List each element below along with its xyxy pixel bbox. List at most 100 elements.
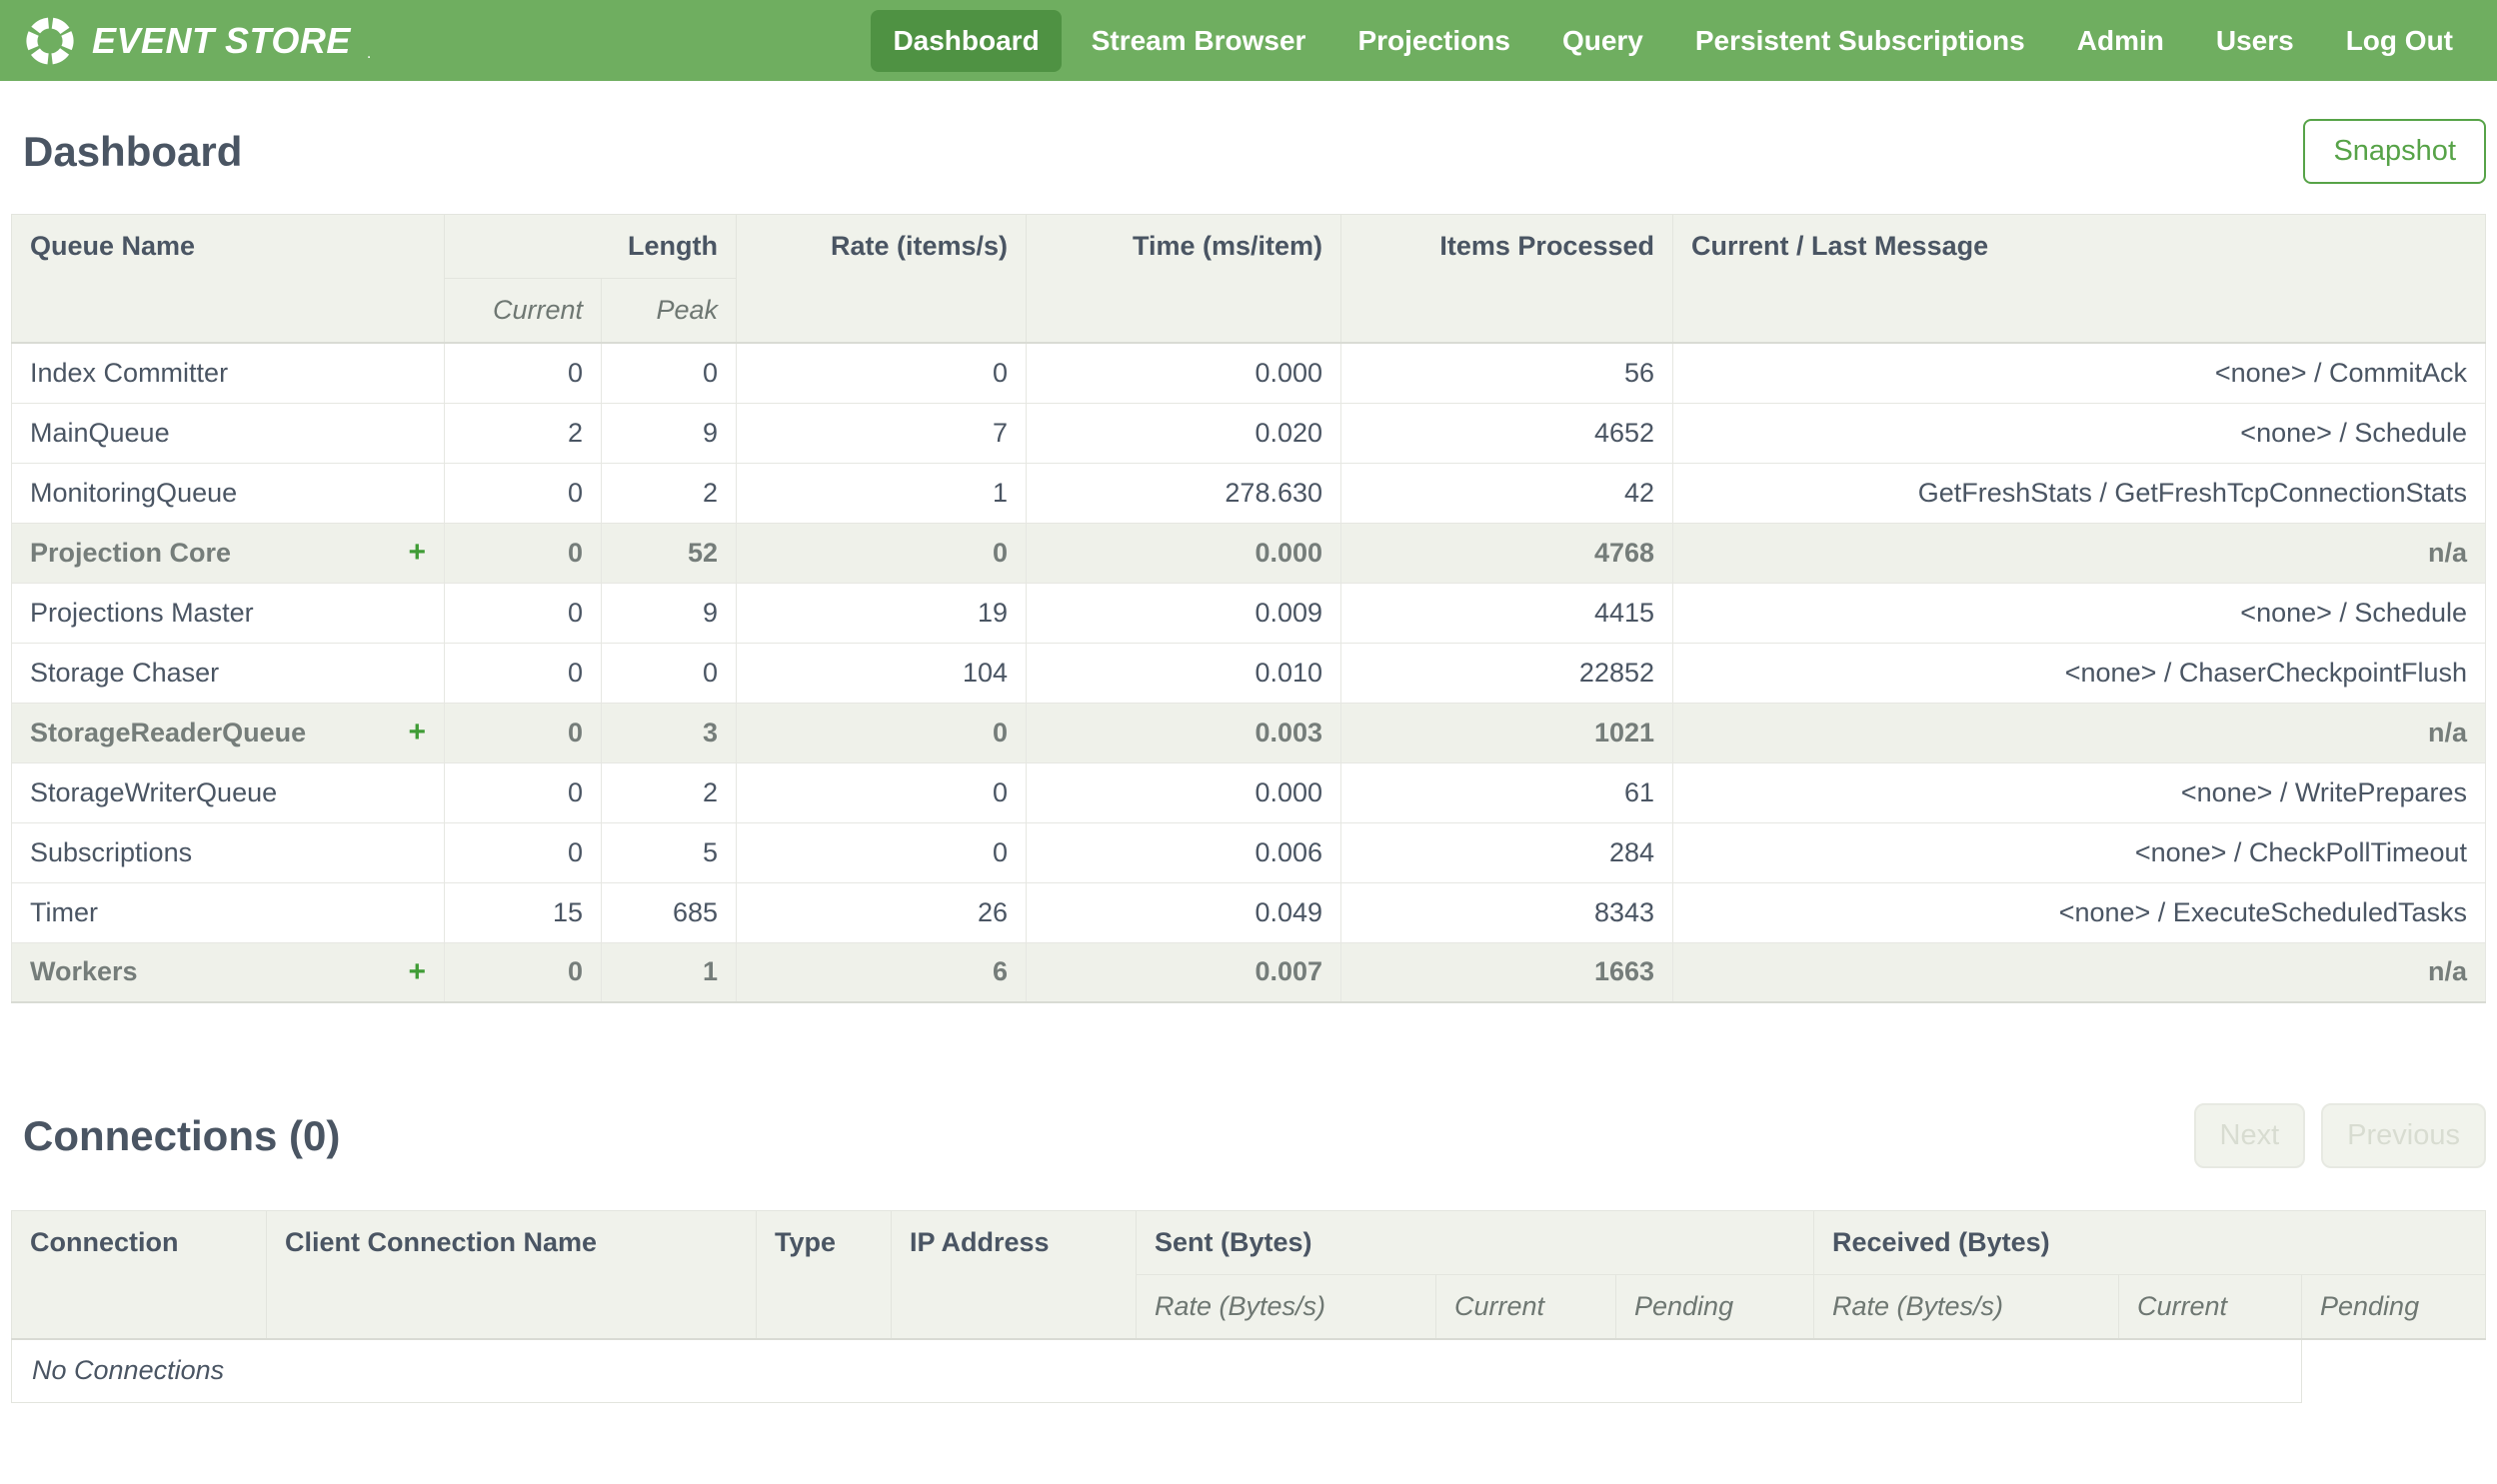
nav-item[interactable]: Stream Browser [1070, 10, 1328, 72]
col-items-processed: Items Processed [1340, 214, 1674, 344]
previous-button[interactable]: Previous [2321, 1103, 2486, 1168]
queue-peak-cell: 9 [600, 402, 738, 464]
queue-peak-cell: 52 [600, 522, 738, 584]
queue-time-cell: 0.003 [1026, 702, 1342, 763]
queue-peak-cell: 0 [600, 342, 738, 404]
queue-rate-cell: 104 [736, 642, 1028, 704]
queue-rate-cell: 1 [736, 462, 1028, 524]
queue-peak-cell: 9 [600, 582, 738, 644]
queue-name-cell: MonitoringQueue + [11, 462, 445, 524]
nav-item[interactable]: Log Out [2324, 10, 2475, 72]
nav-item[interactable]: Dashboard [871, 9, 1062, 72]
queue-message-cell: <none> / CheckPollTimeout [1672, 821, 2486, 883]
queue-current-cell: 0 [444, 821, 602, 883]
queue-time-cell: 0.006 [1026, 821, 1342, 883]
event-store-ring-icon [26, 17, 74, 64]
queue-rate-cell: 0 [736, 702, 1028, 763]
queue-peak-cell: 5 [600, 821, 738, 883]
col-received-current: Current [2118, 1274, 2302, 1340]
queue-name: Storage Chaser [30, 657, 220, 688]
queue-time-cell: 0.020 [1026, 402, 1342, 464]
col-received-bytes: Received (Bytes) [1813, 1210, 2486, 1275]
queue-message-cell: <none> / CommitAck [1672, 342, 2486, 404]
queue-current-cell: 2 [444, 402, 602, 464]
queue-row: Subscriptions + 0 5 0 0.006 284 <none> /… [11, 821, 2486, 883]
queue-row: Projection Core + 0 52 0 0.000 4768 n/a [11, 522, 2486, 584]
queue-time-cell: 0.009 [1026, 582, 1342, 644]
queue-name-cell: Workers + [11, 941, 445, 1003]
queue-name: StorageReaderQueue [30, 717, 307, 747]
queue-name-cell: Timer + [11, 881, 445, 943]
queue-current-cell: 0 [444, 342, 602, 404]
connections-pager: Next Previous [2193, 1103, 2486, 1168]
queue-items-cell: 4652 [1340, 402, 1674, 464]
expand-plus-icon[interactable]: + [408, 536, 426, 570]
queue-message-cell: <none> / Schedule [1672, 582, 2486, 644]
queue-message-cell: <none> / ExecuteScheduledTasks [1672, 881, 2486, 943]
nav-item[interactable]: Projections [1335, 10, 1531, 72]
nav-item[interactable]: Persistent Subscriptions [1673, 10, 2047, 72]
top-nav: EVENT STORE . Dashboard Stream Browser P… [0, 0, 2497, 81]
queue-peak-cell: 1 [600, 941, 738, 1003]
no-connections-row: No Connections [11, 1338, 2486, 1403]
queue-items-cell: 42 [1340, 462, 1674, 524]
nav-menu: Dashboard Stream Browser Projections Que… [871, 9, 2475, 72]
queue-rate-cell: 0 [736, 821, 1028, 883]
queue-name-cell: StorageReaderQueue + [11, 702, 445, 763]
event-store-logo[interactable]: EVENT STORE . [22, 13, 371, 69]
queue-row: Storage Chaser + 0 0 104 0.010 22852 <no… [11, 642, 2486, 704]
queue-items-cell: 1021 [1340, 702, 1674, 763]
queue-name-cell: Projections Master + [11, 582, 445, 644]
expand-plus-icon[interactable]: + [408, 955, 426, 989]
col-length-current: Current [444, 278, 602, 344]
queue-row: StorageWriterQueue + 0 2 0 0.000 61 <non… [11, 761, 2486, 823]
queue-peak-cell: 2 [600, 761, 738, 823]
queue-rate-cell: 0 [736, 761, 1028, 823]
queue-name: MonitoringQueue [30, 477, 238, 508]
queue-message-cell: <none> / Schedule [1672, 402, 2486, 464]
queue-time-cell: 0.000 [1026, 761, 1342, 823]
col-sent-bytes: Sent (Bytes) [1136, 1210, 1814, 1275]
next-button[interactable]: Next [2193, 1103, 2306, 1168]
queue-peak-cell: 2 [600, 462, 738, 524]
queue-peak-cell: 0 [600, 642, 738, 704]
queue-row: Projections Master + 0 9 19 0.009 4415 <… [11, 582, 2486, 644]
queue-rate-cell: 6 [736, 941, 1028, 1003]
queue-message-cell: n/a [1672, 522, 2486, 584]
col-connection: Connection [11, 1210, 267, 1340]
queue-name-cell: MainQueue + [11, 402, 445, 464]
queue-current-cell: 0 [444, 642, 602, 704]
queue-items-cell: 56 [1340, 342, 1674, 404]
nav-item[interactable]: Users [2194, 10, 2316, 72]
queue-items-cell: 4415 [1340, 582, 1674, 644]
connections-title: Connections (0) [23, 1111, 341, 1159]
queue-items-cell: 61 [1340, 761, 1674, 823]
page-title: Dashboard [23, 127, 243, 175]
queue-name: Index Committer [30, 357, 229, 388]
col-received-rate: Rate (Bytes/s) [1813, 1274, 2119, 1340]
col-ip-address: IP Address [891, 1210, 1137, 1340]
queue-time-cell: 0.000 [1026, 342, 1342, 404]
col-length-peak: Peak [600, 278, 738, 344]
queue-current-cell: 15 [444, 881, 602, 943]
queue-time-cell: 0.007 [1026, 941, 1342, 1003]
nav-item[interactable]: Query [1540, 10, 1665, 72]
queue-message-cell: <none> / WritePrepares [1672, 761, 2486, 823]
nav-item[interactable]: Admin [2055, 10, 2186, 72]
queue-current-cell: 0 [444, 761, 602, 823]
queue-name-cell: Storage Chaser + [11, 642, 445, 704]
no-connections-text: No Connections [11, 1338, 2302, 1403]
queue-time-cell: 278.630 [1026, 462, 1342, 524]
col-length: Length [443, 214, 738, 279]
queue-message-cell: <none> / ChaserCheckpointFlush [1672, 642, 2486, 704]
expand-plus-icon[interactable]: + [408, 716, 426, 749]
queue-message-cell: n/a [1672, 941, 2486, 1003]
snapshot-button[interactable]: Snapshot [2303, 119, 2486, 184]
queue-name-cell: Index Committer + [11, 342, 445, 404]
col-message: Current / Last Message [1672, 214, 2486, 344]
col-received-pending: Pending [2301, 1274, 2486, 1340]
queue-peak-cell: 685 [600, 881, 738, 943]
queue-time-cell: 0.010 [1026, 642, 1342, 704]
queue-current-cell: 0 [444, 702, 602, 763]
queue-items-cell: 1663 [1340, 941, 1674, 1003]
